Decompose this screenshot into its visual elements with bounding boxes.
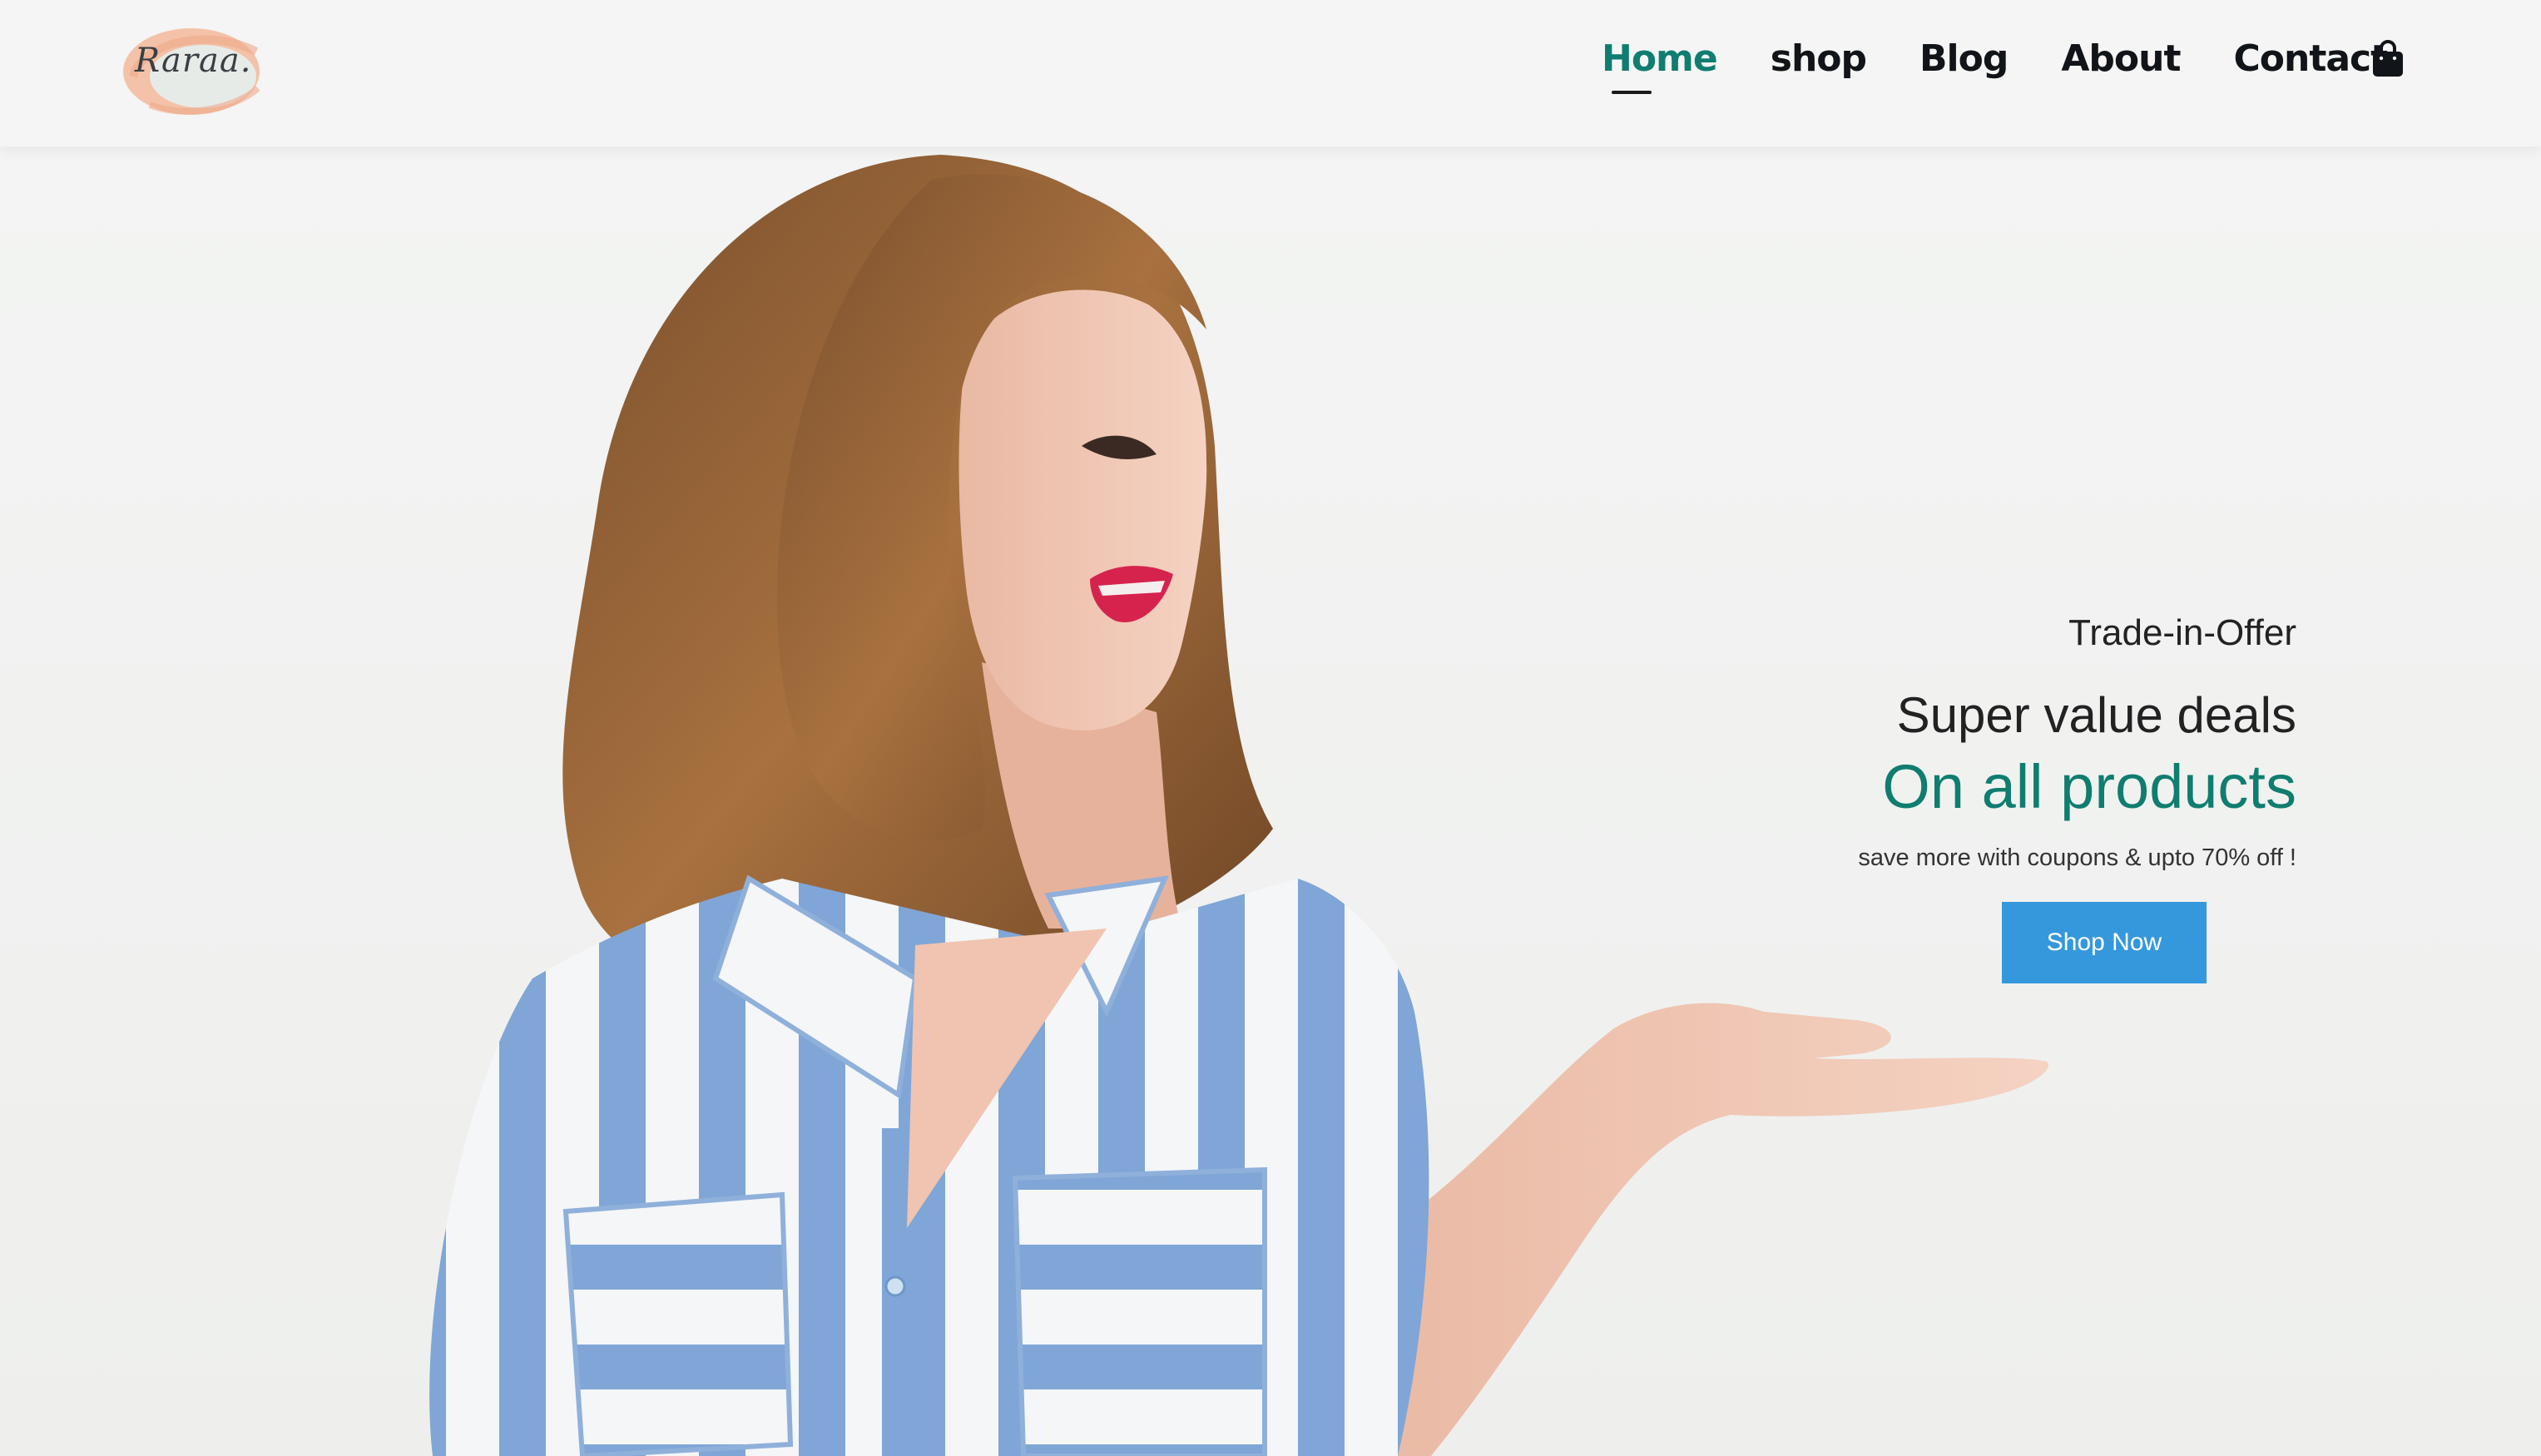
nav-blog-label: Blog [1919,37,2009,80]
main-nav: Home shop Blog About Contact [1602,32,2440,94]
nav-about[interactable]: About [2061,37,2181,80]
nav-home[interactable]: Home [1602,37,1718,94]
hero-headline: Super value deals [1896,687,2296,743]
cta-wrapper: Shop Now [1464,901,2296,983]
shopping-bag-icon[interactable] [2371,40,2405,78]
site-header: Raraa. Home shop Blog About Contact [0,0,2541,146]
logo[interactable]: Raraa. [116,18,266,121]
nav-shop-label: shop [1770,37,1867,80]
nav-blog[interactable]: Blog [1919,37,2009,80]
nav-shop[interactable]: shop [1770,37,1867,80]
hero-text-block: Trade-in-Offer Super value deals On all … [1464,612,2296,983]
page: Raraa. Home shop Blog About Contact Trad… [0,0,2541,1456]
logo-text: Raraa. [135,42,252,80]
offer-tag: Trade-in-Offer [2068,612,2296,653]
nav-about-label: About [2061,37,2181,80]
nav-home-label: Home [1602,37,1718,80]
hero-headline-accent: On all products [1882,752,2296,821]
shop-now-button[interactable]: Shop Now [2002,901,2207,983]
nav-contact[interactable]: Contact [2233,37,2388,80]
active-indicator [1612,90,1652,94]
hero-subtext: save more with coupons & upto 70% off ! [1858,844,2296,871]
hero-section: Trade-in-Offer Super value deals On all … [0,146,2541,1456]
nav-contact-label: Contact [2233,37,2388,80]
